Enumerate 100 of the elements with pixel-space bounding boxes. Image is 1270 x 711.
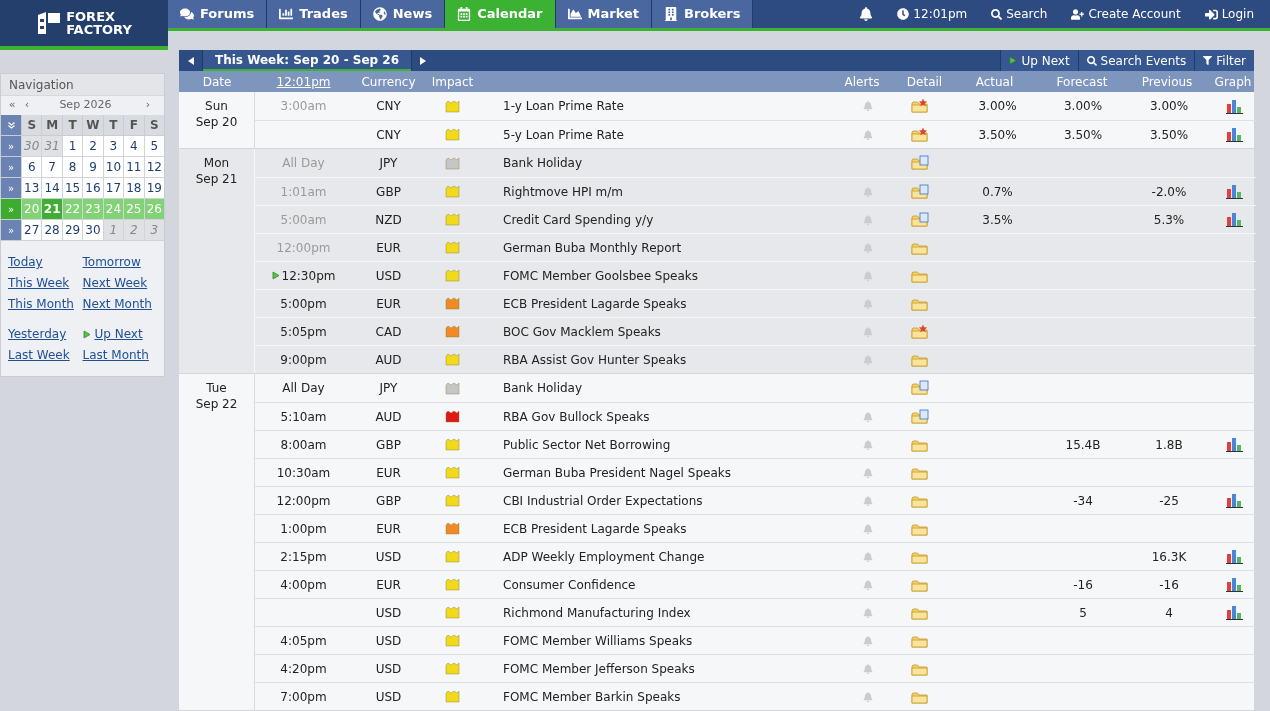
calendar-day[interactable]: 5: [143, 136, 164, 157]
calendar-day[interactable]: 3: [102, 136, 124, 157]
up-next-button[interactable]: Up Next: [1000, 50, 1078, 71]
logo[interactable]: FOREX FACTORY: [0, 0, 168, 50]
calendar-day[interactable]: 15: [61, 178, 83, 199]
event-title[interactable]: Bank Holiday: [503, 156, 583, 170]
event-title[interactable]: German Buba Monthly Report: [503, 240, 682, 255]
event-title[interactable]: 1-y Loan Prime Rate: [503, 99, 624, 113]
event-title[interactable]: ECB President Lagarde Speaks: [503, 521, 687, 536]
nav-tab[interactable]: Forums: [168, 0, 268, 28]
event-title[interactable]: Credit Card Spending y/y: [503, 212, 654, 227]
previous-month-button[interactable]: ‹: [19, 97, 35, 114]
folder-document-icon[interactable]: [911, 183, 929, 200]
calendar-link[interactable]: Yesterday: [8, 325, 83, 343]
event-title[interactable]: FOMC Member Barkin Speaks: [503, 689, 681, 704]
calendar-day[interactable]: 18: [123, 178, 144, 199]
login-link[interactable]: Login: [1204, 5, 1254, 23]
calendar-day[interactable]: 27: [21, 220, 42, 241]
calendar-day[interactable]: 7: [41, 157, 62, 178]
create-account-link[interactable]: Create Account: [1071, 5, 1181, 23]
event-title[interactable]: 5-y Loan Prime Rate: [503, 127, 624, 142]
folder-document-icon[interactable]: [911, 211, 929, 228]
calendar-link[interactable]: This Month: [8, 295, 83, 313]
calendar-day[interactable]: 29: [61, 220, 83, 241]
calendar-link[interactable]: Up Next: [82, 325, 157, 343]
bar-chart-icon[interactable]: [1225, 605, 1243, 620]
column-header: Alerts: [843, 73, 881, 91]
nav-tab[interactable]: News: [360, 0, 446, 28]
bar-chart-icon[interactable]: [1225, 493, 1243, 508]
bar-chart-icon[interactable]: [1225, 98, 1243, 114]
calendar-link[interactable]: Tomorrow: [82, 253, 157, 271]
nav-tab[interactable]: Brokers: [651, 0, 754, 28]
calendar-day[interactable]: 11: [123, 157, 144, 178]
nav-tab[interactable]: Trades: [267, 0, 361, 28]
folder-document-icon[interactable]: [911, 380, 929, 396]
event-time: 5:00pm: [280, 295, 327, 313]
calendar-day[interactable]: 12: [143, 157, 164, 178]
calendar-day[interactable]: 14: [41, 178, 62, 199]
calendar-link[interactable]: This Week: [8, 274, 83, 292]
folder-star-icon[interactable]: [911, 126, 929, 143]
calendar-day[interactable]: 19: [143, 178, 164, 199]
column-header: Forecast: [1055, 73, 1109, 91]
currency-code: USD: [375, 688, 402, 706]
bell-icon[interactable]: [859, 7, 874, 21]
bar-chart-icon[interactable]: [1225, 184, 1243, 199]
event-title[interactable]: RBA Gov Bullock Speaks: [503, 409, 650, 424]
weekday-header: T: [61, 115, 83, 136]
event-title[interactable]: Public Sector Net Borrowing: [503, 437, 671, 452]
bar-chart-icon[interactable]: [1225, 577, 1243, 592]
calendar-day[interactable]: 8: [61, 157, 83, 178]
event-title[interactable]: Consumer Confidence: [503, 577, 636, 592]
previous-year-button[interactable]: «: [5, 97, 19, 114]
calendar-link[interactable]: Next Week: [82, 274, 157, 292]
event-title[interactable]: German Buba President Nagel Speaks: [503, 465, 731, 480]
event-title[interactable]: Bank Holiday: [503, 381, 583, 395]
event-title[interactable]: BOC Gov Macklem Speaks: [503, 324, 661, 339]
event-title[interactable]: FOMC Member Goolsbee Speaks: [503, 268, 698, 283]
filter-button[interactable]: Filter: [1194, 50, 1254, 71]
calendar-day[interactable]: 9: [82, 157, 103, 178]
event-title[interactable]: RBA Assist Gov Hunter Speaks: [503, 352, 687, 367]
calendar-day[interactable]: 28: [41, 220, 62, 241]
folder-document-icon[interactable]: [911, 155, 929, 171]
calendar-day[interactable]: 2: [82, 136, 103, 157]
calendar-day[interactable]: 4: [123, 136, 144, 157]
calendar-day[interactable]: 6: [21, 157, 42, 178]
search-events-button[interactable]: Search Events: [1077, 50, 1195, 71]
bar-chart-icon[interactable]: [1225, 212, 1243, 227]
calendar-link[interactable]: Today: [8, 253, 83, 271]
event-title[interactable]: FOMC Member Williams Speaks: [503, 633, 693, 648]
previous-value: -16: [1159, 576, 1179, 594]
bar-chart-icon[interactable]: [1225, 127, 1243, 142]
event-title[interactable]: ECB President Lagarde Speaks: [503, 296, 687, 311]
bar-chart-icon[interactable]: [1225, 437, 1243, 452]
week-button[interactable]: »: [1, 220, 21, 241]
folder-document-icon[interactable]: [911, 408, 929, 425]
event-title[interactable]: Rightmove HPI m/m: [503, 184, 623, 199]
event-title[interactable]: Richmond Manufacturing Index: [503, 605, 691, 620]
calendar-link[interactable]: Last Month: [82, 346, 157, 364]
calendar-day[interactable]: 30: [82, 220, 103, 241]
event-title[interactable]: FOMC Member Jefferson Speaks: [503, 661, 695, 676]
clock-time[interactable]: 12:01pm: [897, 5, 968, 23]
week-button[interactable]: »: [1, 157, 21, 178]
week-button[interactable]: »: [1, 178, 21, 199]
event-title[interactable]: ADP Weekly Employment Change: [503, 549, 705, 564]
calendar-day[interactable]: 16: [82, 178, 103, 199]
collapse-icon[interactable]: [7, 121, 15, 129]
calendar-day[interactable]: 1: [61, 136, 83, 157]
event-title[interactable]: CBI Industrial Order Expectations: [503, 493, 703, 508]
calendar-link[interactable]: Last Week: [8, 346, 83, 364]
nav-tab[interactable]: Market: [555, 0, 652, 28]
calendar-day[interactable]: 17: [102, 178, 124, 199]
calendar-day[interactable]: 10: [102, 157, 124, 178]
search-link[interactable]: Search: [991, 5, 1048, 23]
calendar-day[interactable]: 13: [21, 178, 42, 199]
folder-star-icon[interactable]: [911, 323, 929, 340]
folder-star-icon[interactable]: [911, 98, 929, 114]
next-month-button[interactable]: ›: [136, 97, 160, 114]
calendar-link[interactable]: Next Month: [82, 295, 157, 313]
week-button[interactable]: »: [1, 136, 21, 157]
bar-chart-icon[interactable]: [1225, 549, 1243, 564]
